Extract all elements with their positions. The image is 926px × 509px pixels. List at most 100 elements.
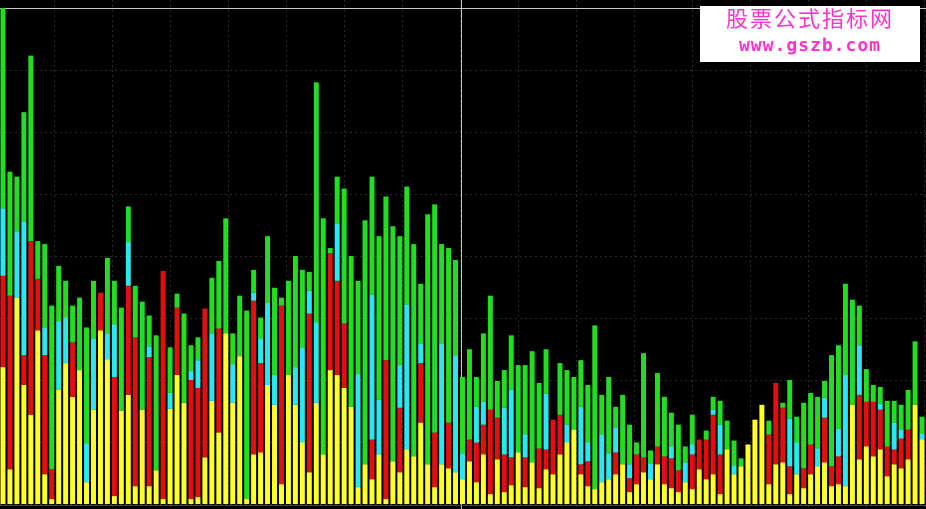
bar-red bbox=[508, 457, 514, 486]
bar-green bbox=[84, 327, 90, 444]
bar-cyan bbox=[613, 427, 619, 453]
bar-red bbox=[258, 363, 264, 453]
bar-green bbox=[870, 384, 876, 402]
bar-red bbox=[21, 355, 27, 385]
bar-green bbox=[125, 206, 131, 243]
bar-cyan bbox=[787, 418, 793, 467]
bar-green bbox=[49, 305, 55, 470]
bar-yellow bbox=[7, 469, 13, 504]
bar-red bbox=[341, 323, 347, 388]
bar-yellow bbox=[111, 496, 117, 504]
bar-yellow bbox=[487, 494, 493, 504]
bar-green bbox=[661, 396, 667, 457]
watermark-badge: 股票公式指标网 www.gszb.com bbox=[700, 6, 920, 62]
bar-red bbox=[480, 424, 486, 455]
bar-yellow bbox=[425, 464, 431, 504]
bar-green bbox=[480, 333, 486, 402]
bar-yellow bbox=[390, 461, 396, 504]
bar-green bbox=[21, 112, 27, 222]
bar-green bbox=[501, 370, 507, 408]
bar-cyan bbox=[815, 448, 821, 467]
bar-yellow bbox=[49, 499, 55, 504]
bar-green bbox=[634, 442, 640, 455]
bar-green bbox=[70, 305, 76, 343]
bar-green bbox=[877, 386, 883, 404]
bar-green bbox=[42, 244, 48, 328]
bar-green bbox=[494, 380, 500, 418]
bar-green bbox=[153, 335, 159, 471]
bar-green bbox=[863, 369, 869, 402]
bar-cyan bbox=[682, 462, 688, 483]
bar-red bbox=[654, 446, 660, 465]
bar-green bbox=[390, 226, 396, 462]
bar-green bbox=[376, 236, 382, 400]
bar-green bbox=[564, 370, 570, 425]
bar-cyan bbox=[822, 397, 828, 418]
stacked-bar-chart bbox=[0, 0, 926, 509]
bar-red bbox=[369, 439, 375, 480]
bar-red bbox=[689, 454, 695, 490]
bar-yellow bbox=[870, 456, 876, 504]
bar-red bbox=[787, 466, 793, 495]
bar-yellow bbox=[787, 494, 793, 504]
bar-green bbox=[689, 414, 695, 445]
bar-yellow bbox=[759, 404, 765, 504]
bar-yellow bbox=[285, 375, 291, 504]
bar-red bbox=[536, 448, 542, 489]
bar-yellow bbox=[849, 404, 855, 504]
bar-green bbox=[536, 382, 542, 449]
bar-yellow bbox=[251, 454, 257, 504]
bar-yellow bbox=[327, 370, 333, 504]
bar-green bbox=[654, 373, 660, 447]
bar-yellow bbox=[216, 432, 222, 504]
bar-green bbox=[675, 424, 681, 471]
bar-green bbox=[209, 277, 215, 334]
bar-red bbox=[898, 438, 904, 469]
bar-yellow bbox=[118, 410, 124, 504]
bar-red bbox=[808, 444, 814, 475]
bar-cyan bbox=[188, 371, 194, 380]
bar-yellow bbox=[91, 409, 96, 504]
bar-green bbox=[181, 313, 187, 403]
bar-yellow bbox=[766, 484, 772, 504]
bar-yellow bbox=[634, 484, 640, 504]
bar-cyan bbox=[842, 375, 848, 487]
bar-red bbox=[801, 468, 807, 489]
bar-red bbox=[7, 295, 13, 470]
bar-cyan bbox=[209, 333, 215, 401]
bar-green bbox=[473, 377, 479, 407]
bar-cyan bbox=[313, 322, 319, 403]
bar-green bbox=[849, 299, 855, 405]
bar-yellow bbox=[703, 479, 709, 504]
bar-green bbox=[543, 349, 549, 394]
bar-cyan bbox=[355, 374, 361, 488]
bar-yellow bbox=[661, 484, 667, 504]
bar-green bbox=[411, 244, 417, 457]
bar-yellow bbox=[432, 487, 438, 504]
bar-green bbox=[794, 416, 800, 443]
bar-red bbox=[501, 454, 507, 493]
bar-yellow bbox=[397, 472, 403, 504]
bar-yellow bbox=[508, 485, 514, 504]
bar-yellow bbox=[613, 474, 619, 504]
bar-yellow bbox=[522, 487, 528, 504]
bar-cyan bbox=[585, 442, 591, 462]
bar-yellow bbox=[654, 464, 660, 504]
bar-yellow bbox=[362, 464, 368, 504]
bar-red bbox=[675, 470, 681, 493]
bar-red bbox=[28, 241, 34, 415]
bar-green bbox=[292, 256, 298, 368]
bar-green bbox=[278, 297, 284, 306]
bar-yellow bbox=[773, 464, 779, 504]
bar-cyan bbox=[334, 223, 340, 281]
bar-green bbox=[648, 450, 653, 464]
bar-yellow bbox=[77, 370, 83, 504]
bar-yellow bbox=[167, 408, 173, 504]
bar-green bbox=[717, 400, 723, 425]
bar-cyan bbox=[14, 231, 20, 298]
bar-yellow bbox=[439, 464, 445, 504]
bar-green bbox=[738, 458, 744, 467]
bar-green bbox=[348, 256, 354, 407]
bar-red bbox=[111, 377, 117, 497]
bar-red bbox=[773, 382, 779, 465]
